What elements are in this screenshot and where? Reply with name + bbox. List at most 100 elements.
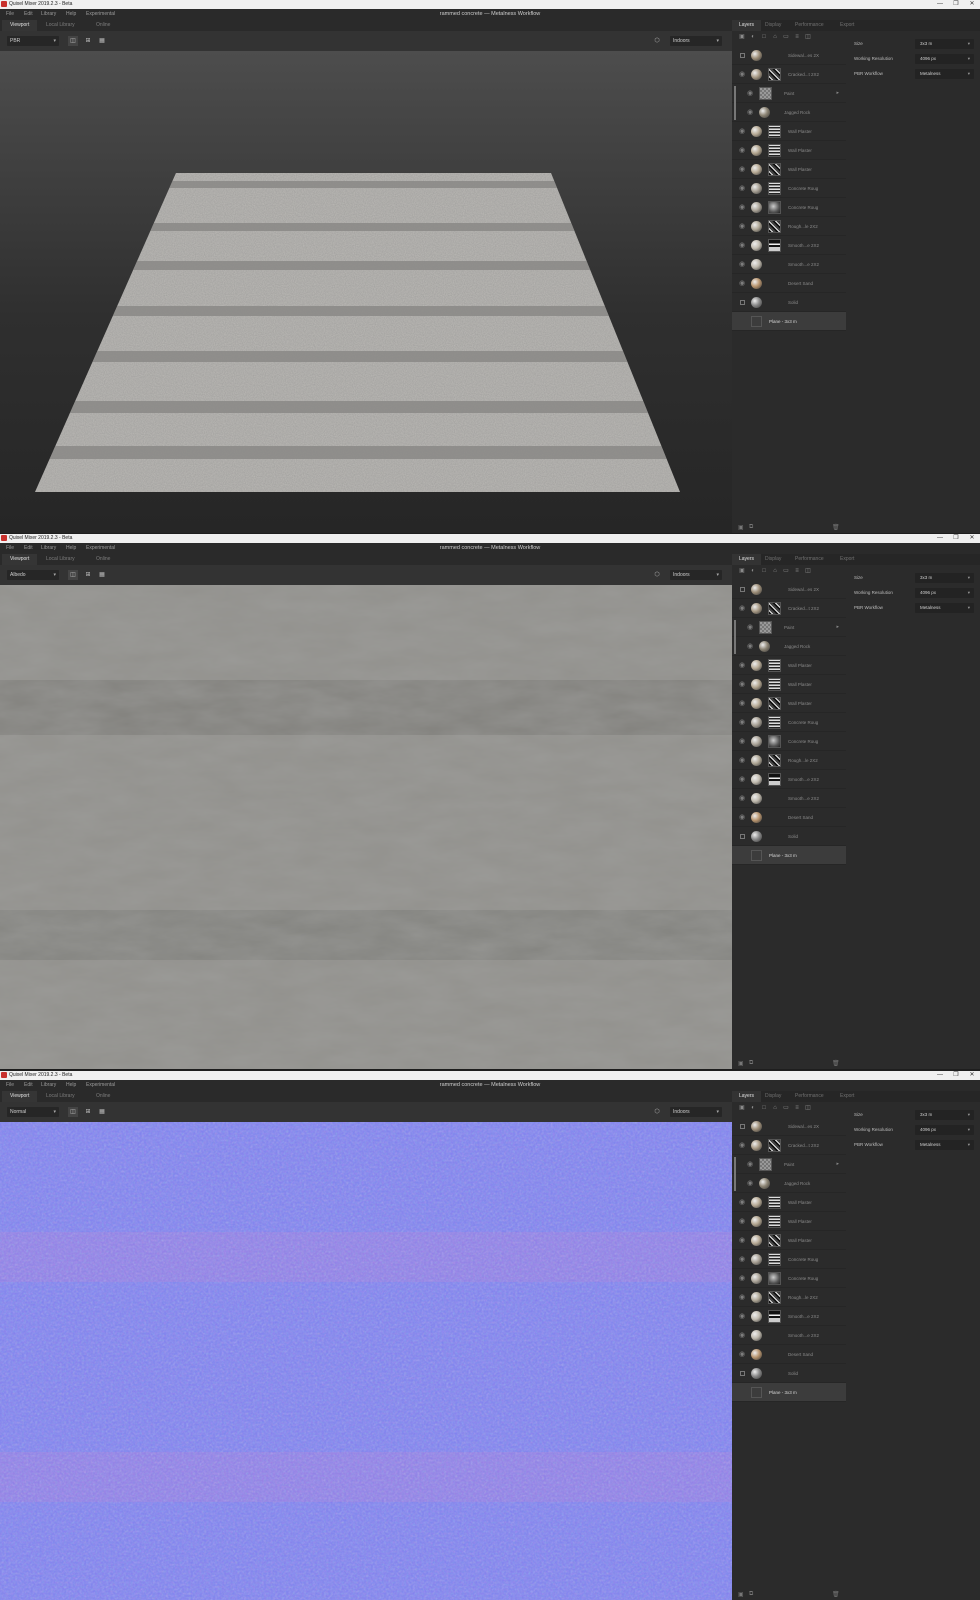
mask-thumbnail[interactable] bbox=[768, 1291, 781, 1304]
mask-thumbnail[interactable] bbox=[768, 1272, 781, 1285]
eye-icon[interactable]: ◉ bbox=[739, 1312, 745, 1320]
layer-row[interactable]: ◉ Jagged Rock bbox=[732, 637, 846, 656]
paint-layer-thumbnail[interactable] bbox=[759, 621, 772, 634]
eye-icon[interactable]: ◉ bbox=[739, 1141, 745, 1149]
tab-viewport[interactable]: Viewport bbox=[2, 554, 38, 565]
add-fill-icon[interactable]: ⌂ bbox=[771, 567, 779, 575]
property-select[interactable]: Metalness ▾ bbox=[915, 1140, 974, 1150]
eye-icon[interactable]: ◉ bbox=[747, 89, 753, 97]
property-select[interactable]: 4096 px ▾ bbox=[915, 54, 974, 64]
layer-row[interactable]: ◉ Rough...le 2X2 bbox=[732, 217, 846, 236]
expand-arrow-icon[interactable]: ▸ bbox=[836, 84, 839, 103]
base-layer-row[interactable]: Plane - 3x3 m bbox=[732, 312, 846, 331]
single-view-icon[interactable]: ◫ bbox=[68, 1107, 78, 1117]
minimize-button[interactable]: — bbox=[932, 534, 948, 543]
eye-icon[interactable]: ◉ bbox=[739, 699, 745, 707]
environment-select[interactable]: Indoors ▾ bbox=[670, 570, 722, 580]
layer-row[interactable]: ◉ Wall Plaster bbox=[732, 1212, 846, 1231]
tab-layers[interactable]: Layers bbox=[732, 20, 762, 31]
add-fill-icon[interactable]: ⌂ bbox=[771, 33, 779, 41]
layer-list-icon[interactable]: ≡ bbox=[793, 33, 801, 41]
property-select[interactable]: 3x3 m ▾ bbox=[915, 573, 974, 583]
layer-row[interactable]: ◉ Smooth...e 2X2 bbox=[732, 236, 846, 255]
delete-layer-icon[interactable]: 🗑 bbox=[832, 1060, 840, 1067]
property-select[interactable]: 4096 px ▾ bbox=[915, 1125, 974, 1135]
eye-icon[interactable]: ◉ bbox=[739, 794, 745, 802]
layer-row[interactable]: ◉ Cracked...t 2X2 bbox=[732, 65, 846, 84]
layer-row[interactable]: ◉ Paint ▸ bbox=[732, 84, 846, 103]
layer-row[interactable]: Solid bbox=[732, 293, 846, 312]
eye-icon[interactable]: ◉ bbox=[739, 718, 745, 726]
grid-view-icon[interactable]: ▦ bbox=[97, 570, 107, 580]
layer-settings-icon[interactable]: ◫ bbox=[804, 33, 812, 41]
add-solid-icon[interactable]: □ bbox=[760, 567, 768, 575]
eye-icon[interactable]: ◉ bbox=[739, 279, 745, 287]
eye-icon[interactable]: ◉ bbox=[739, 775, 745, 783]
eye-icon[interactable]: ◉ bbox=[739, 70, 745, 78]
eye-icon[interactable]: ◉ bbox=[739, 184, 745, 192]
visibility-checkbox[interactable] bbox=[740, 53, 745, 58]
eye-icon[interactable]: ◉ bbox=[747, 1160, 753, 1168]
tab-online[interactable]: Online bbox=[88, 1091, 118, 1102]
mask-thumbnail[interactable] bbox=[768, 220, 781, 233]
layer-row[interactable]: ◉ Desert Sand bbox=[732, 274, 846, 293]
layer-settings-icon[interactable]: ◫ bbox=[804, 567, 812, 575]
layer-row[interactable]: ◉ Rough...le 2X2 bbox=[732, 1288, 846, 1307]
eye-icon[interactable]: ◉ bbox=[739, 165, 745, 173]
expand-arrow-icon[interactable]: ▸ bbox=[836, 1155, 839, 1174]
property-select[interactable]: 4096 px ▾ bbox=[915, 588, 974, 598]
eye-icon[interactable]: ◉ bbox=[739, 127, 745, 135]
property-select[interactable]: 3x3 m ▾ bbox=[915, 39, 974, 49]
base-layer-row[interactable]: Plane - 3x3 m bbox=[732, 1383, 846, 1402]
tab-online[interactable]: Online bbox=[88, 554, 118, 565]
layer-row[interactable]: ◉ Smooth...e 2X2 bbox=[732, 770, 846, 789]
eye-icon[interactable]: ◉ bbox=[739, 737, 745, 745]
add-paint-icon[interactable]: ◐ bbox=[749, 567, 757, 575]
eye-icon[interactable]: ◉ bbox=[739, 1255, 745, 1263]
viewport-canvas[interactable] bbox=[0, 51, 732, 533]
layer-row[interactable]: ◉ Cracked...t 2X2 bbox=[732, 599, 846, 618]
add-paint-icon[interactable]: ◐ bbox=[749, 1104, 757, 1112]
3d-object-icon[interactable]: ⬡ bbox=[652, 570, 662, 580]
split-view-icon[interactable]: ⊞ bbox=[83, 36, 93, 46]
tab-export[interactable]: Export bbox=[833, 20, 861, 31]
tab-performance[interactable]: Performance bbox=[788, 1091, 831, 1102]
mask-thumbnail[interactable] bbox=[768, 754, 781, 767]
minimize-button[interactable]: — bbox=[932, 1071, 948, 1080]
layer-row[interactable]: ◉ Concrete Roug bbox=[732, 179, 846, 198]
close-button[interactable]: ✕ bbox=[964, 1071, 980, 1080]
mask-thumbnail[interactable] bbox=[768, 735, 781, 748]
tab-online[interactable]: Online bbox=[88, 20, 118, 31]
mask-thumbnail[interactable] bbox=[768, 1139, 781, 1152]
environment-select[interactable]: Indoors ▾ bbox=[670, 1107, 722, 1117]
mask-thumbnail[interactable] bbox=[768, 716, 781, 729]
tab-performance[interactable]: Performance bbox=[788, 20, 831, 31]
delete-layer-icon[interactable]: 🗑 bbox=[832, 1591, 840, 1598]
add-layer-icon[interactable]: ▣ bbox=[738, 524, 744, 531]
close-button[interactable]: ✕ bbox=[964, 0, 980, 9]
add-group-icon[interactable]: ▭ bbox=[782, 567, 790, 575]
minimize-button[interactable]: — bbox=[932, 0, 948, 9]
layer-list-icon[interactable]: ≡ bbox=[793, 1104, 801, 1112]
eye-icon[interactable]: ◉ bbox=[739, 260, 745, 268]
mask-thumbnail[interactable] bbox=[768, 163, 781, 176]
grid-view-icon[interactable]: ▦ bbox=[97, 36, 107, 46]
environment-select[interactable]: Indoors ▾ bbox=[670, 36, 722, 46]
layer-settings-icon[interactable]: ◫ bbox=[804, 1104, 812, 1112]
single-view-icon[interactable]: ◫ bbox=[68, 36, 78, 46]
layer-row[interactable]: ◉ Wall Plaster bbox=[732, 694, 846, 713]
tab-performance[interactable]: Performance bbox=[788, 554, 831, 565]
eye-icon[interactable]: ◉ bbox=[739, 1198, 745, 1206]
eye-icon[interactable]: ◉ bbox=[739, 1331, 745, 1339]
property-select[interactable]: Metalness ▾ bbox=[915, 603, 974, 613]
layer-row[interactable]: ◉ Concrete Roug bbox=[732, 1269, 846, 1288]
mask-thumbnail[interactable] bbox=[768, 602, 781, 615]
layer-row[interactable]: ◉ Jagged Rock bbox=[732, 1174, 846, 1193]
tab-layers[interactable]: Layers bbox=[732, 554, 762, 565]
add-surface-icon[interactable]: ▣ bbox=[738, 33, 746, 41]
duplicate-layer-icon[interactable]: ⧉ bbox=[749, 1060, 753, 1067]
mask-thumbnail[interactable] bbox=[768, 201, 781, 214]
duplicate-layer-icon[interactable]: ⧉ bbox=[749, 1591, 753, 1598]
mask-thumbnail[interactable] bbox=[768, 678, 781, 691]
tab-display[interactable]: Display bbox=[758, 554, 788, 565]
